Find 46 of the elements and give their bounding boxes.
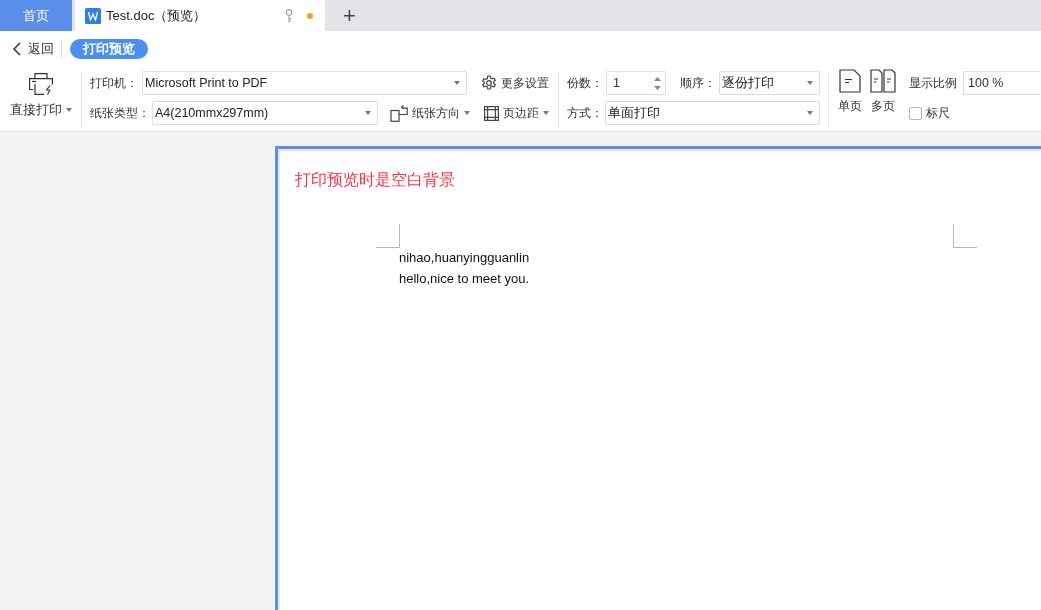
back-button[interactable]: 返回 [13,40,54,57]
paper-type-label: 纸张类型： [90,105,150,121]
caret-icon [807,111,813,115]
two-pages-icon [870,69,896,93]
direct-print-button[interactable]: 直接打印 [0,66,81,131]
more-settings-button[interactable]: 更多设置 [481,75,549,91]
order-select[interactable]: 逐份打印 [719,71,820,95]
margins-button[interactable]: 页边距 [484,105,549,121]
paper-type-select[interactable]: A4(210mmx297mm) [152,101,378,125]
zoom-label: 显示比例 [909,75,957,91]
caret-icon [454,81,460,85]
single-page-button[interactable]: 单页 [838,66,862,131]
caret-icon [543,111,549,115]
printer-select[interactable]: Microsoft Print to PDF [142,71,467,95]
duplex-label: 方式： [567,105,603,121]
order-label: 顺序： [680,75,716,91]
ruler-checkbox[interactable] [909,106,922,120]
ruler-label: 标尺 [926,105,950,121]
document-text-line: nihao,huanyingguanlin [399,249,530,267]
copies-field[interactable]: 1 [606,71,666,95]
orientation-button[interactable]: 纸张方向 [390,104,470,122]
zoom-field[interactable]: 100 % [963,71,1040,95]
chevron-left-icon [13,41,21,56]
corner-mark-icon [376,224,400,248]
frame-icon [484,105,499,121]
up-triangle-icon [654,76,661,81]
printer-label: 打印机： [90,75,138,91]
corner-mark-icon [953,224,977,248]
printer-lightning-icon [27,72,54,96]
annotation-text: 打印预览时是空白背景 [295,170,455,190]
caret-icon [807,81,813,85]
caret-icon [65,107,72,112]
down-triangle-icon [654,85,661,90]
key-icon [285,8,293,23]
document-text-line: hello,nice to meet you. [399,270,530,288]
pages-arrow-icon [390,104,408,122]
duplex-select[interactable]: 单面打印 [605,101,820,125]
settings-icon [481,75,497,91]
caret-icon [365,111,371,115]
document-tab[interactable]: Test.doc（预览） [75,0,325,31]
copies-label: 份数： [567,75,603,91]
multi-page-button[interactable]: 多页 [870,66,896,131]
document-icon [85,7,101,24]
page-icon [839,69,861,93]
new-tab-button[interactable]: + [339,0,360,31]
caret-icon [464,111,470,115]
